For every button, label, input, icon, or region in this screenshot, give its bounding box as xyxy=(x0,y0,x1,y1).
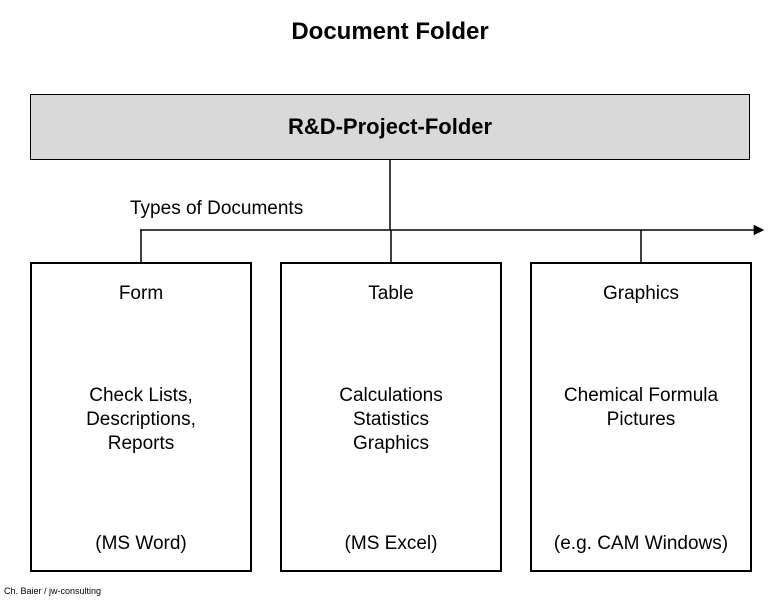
column-head: Graphics xyxy=(532,282,750,306)
column-foot: (MS Word) xyxy=(32,532,250,556)
column-table: Table Calculations Statistics Graphics (… xyxy=(280,262,502,572)
column-body: Chemical Formula Pictures xyxy=(532,384,750,432)
column-head: Table xyxy=(282,282,500,306)
footer-credit: Ch. Baier / jw-consulting xyxy=(4,586,101,596)
column-head: Form xyxy=(32,282,250,306)
column-body: Calculations Statistics Graphics xyxy=(282,384,500,455)
column-foot: (e.g. CAM Windows) xyxy=(532,532,750,556)
root-folder-box: R&D-Project-Folder xyxy=(30,94,750,160)
section-label: Types of Documents xyxy=(130,198,303,220)
column-graphics: Graphics Chemical Formula Pictures (e.g.… xyxy=(530,262,752,572)
column-form: Form Check Lists, Descriptions, Reports … xyxy=(30,262,252,572)
page-title: Document Folder xyxy=(0,0,780,46)
column-body: Check Lists, Descriptions, Reports xyxy=(32,384,250,455)
column-foot: (MS Excel) xyxy=(282,532,500,556)
